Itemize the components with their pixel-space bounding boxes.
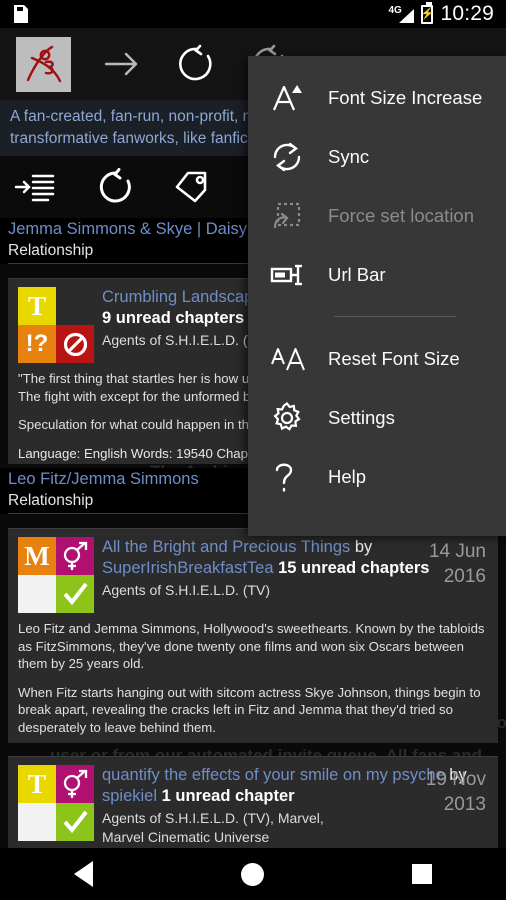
work-summary-paragraph: When Fitz starts hanging out with sitcom… [18,684,481,735]
menu-divider [334,316,456,317]
recents-button[interactable] [412,864,432,884]
forward-button[interactable] [99,41,145,87]
work-by-label: by [354,538,373,556]
work-card-1[interactable]: 14 Jun 2016 M All the Bright and Preciou… [8,528,498,743]
reset-font-size-icon [270,344,314,374]
work-summary-paragraph: Leo Fitz and Jemma Simmons, Hollywood's … [18,621,485,671]
signal-icon: 4G [388,5,415,23]
ao3-logo[interactable] [16,36,71,92]
jump-to-icon[interactable] [12,164,58,210]
back-button[interactable] [74,861,93,887]
force-set-location-icon [270,199,314,233]
menu-item-font-size-increase[interactable]: Font Size Increase [248,68,506,127]
reload-button[interactable] [92,164,138,210]
work-date: 19 Nov 2013 [426,767,486,817]
overflow-menu[interactable]: Font Size Increase Sync Force set locati… [248,56,506,536]
signal-bars [399,8,415,23]
work-title-link[interactable]: quantify the effects of your smile on my… [102,766,445,784]
charging-bolt-icon: ⚡ [420,7,435,20]
url-bar-icon [270,262,314,288]
het-category-icon [56,537,94,575]
work-glyph-row-top: M [18,537,94,575]
work-date-year: 2016 [443,566,486,587]
menu-item-help[interactable]: Help [248,447,506,506]
work-glyph-grid: M [18,537,94,613]
multi-category-icon [56,287,94,325]
work-glyph-row-top: T [18,765,94,803]
work-card-header: T quantify the effects of your smile on … [18,765,488,847]
work-glyph-row-bottom [18,575,94,613]
menu-item-sync[interactable]: Sync [248,127,506,186]
help-icon [270,460,314,494]
status-bar: 4G ⚡ 10:29 [0,0,506,28]
het-category-icon [56,765,94,803]
work-glyph-row-bottom: !? [18,325,94,363]
status-bar-right: 4G ⚡ 10:29 [388,1,506,26]
android-nav-bar [0,848,506,900]
gear-icon [270,401,314,435]
not-complete-icon [56,325,94,363]
menu-item-label: Reset Font Size [328,347,460,369]
work-summary: Leo Fitz and Jemma Simmons, Hollywood's … [18,620,488,743]
work-fandom-line2[interactable]: Marvel Cinematic Universe [102,828,488,847]
blank-warning-icon [18,575,56,613]
menu-item-settings[interactable]: Settings [248,388,506,447]
menu-item-label: Sync [328,145,370,167]
work-date-day: 14 Jun [428,541,486,562]
sd-card-icon [14,5,28,23]
menu-item-force-set-location: Force set location [248,186,506,245]
work-author-link[interactable]: SuperIrishBreakfastTea [102,559,274,577]
tags-icon[interactable] [172,164,218,210]
teen-rating-icon: T [18,287,56,325]
sync-icon [270,140,314,174]
work-date-year: 2013 [443,794,486,815]
mature-rating-icon: M [18,537,56,575]
status-bar-left [0,5,388,23]
menu-item-label: Url Bar [328,263,386,285]
home-button[interactable] [241,862,264,886]
work-glyph-grid: T !? [18,287,94,363]
choose-not-to-warn-icon: !? [18,325,56,363]
work-date: 14 Jun 2016 [429,539,486,589]
work-glyph-row-top: T [18,287,94,325]
work-title-link[interactable]: All the Bright and Precious Things [102,538,350,556]
complete-icon [56,575,94,613]
menu-item-url-bar[interactable]: Url Bar [248,245,506,304]
teen-rating-icon: T [18,765,56,803]
status-bar-clock: 10:29 [440,2,494,25]
complete-icon [56,803,94,841]
blank-warning-icon [18,803,56,841]
work-date-day: 19 Nov [425,769,486,790]
menu-item-reset-font-size[interactable]: Reset Font Size [248,329,506,388]
menu-item-label: Settings [328,406,395,428]
work-glyph-row-bottom [18,803,94,841]
menu-item-label: Help [328,465,367,487]
refresh-button[interactable] [173,41,219,87]
menu-item-label: Force set location [328,204,475,226]
work-author-link[interactable]: spiekiel [102,787,157,805]
work-unread-count: 1 unread chapter [161,787,295,805]
work-card-header: M All the Bright and Precious Things by … [18,537,488,613]
battery-charging-icon: ⚡ [420,1,435,24]
menu-item-label: Font Size Increase [328,86,483,108]
font-size-increase-icon [270,82,314,114]
work-glyph-grid: T [18,765,94,841]
work-unread-count: 15 unread chapters [278,559,430,577]
webview-page[interactable]: Archive of Our Fandoms Browse Search A T… [0,28,506,872]
